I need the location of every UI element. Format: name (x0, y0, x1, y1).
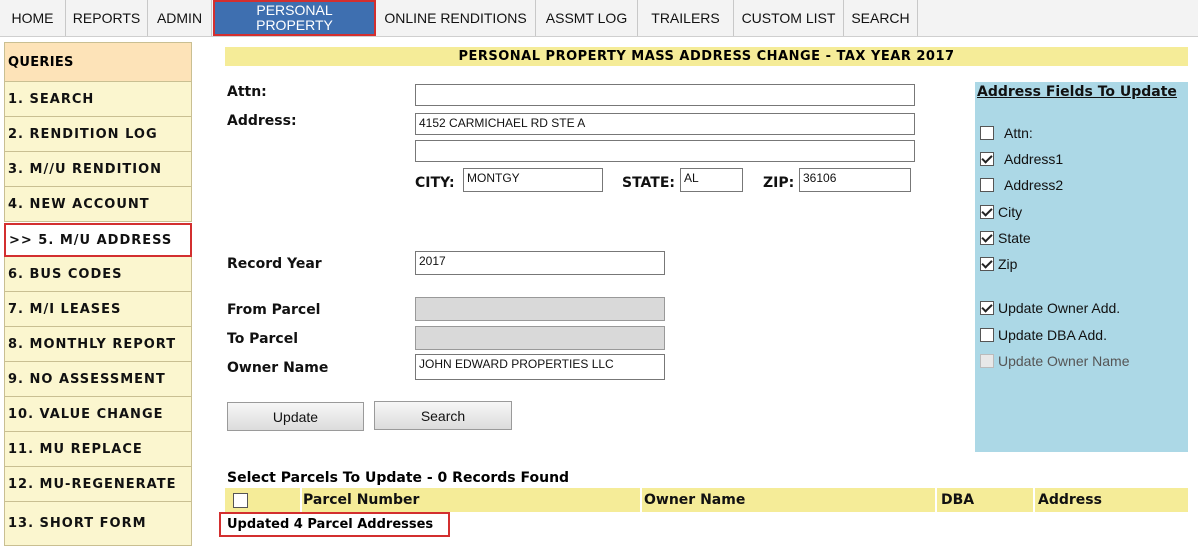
sidebar-item-bus-codes[interactable]: 6. BUS CODES (4, 257, 192, 292)
option-update-dba-add-checkbox[interactable] (980, 328, 994, 342)
option-update-owner-name-checkbox (980, 354, 994, 368)
option-update-owner-add-checkbox[interactable] (980, 301, 994, 315)
field-attn-checkbox[interactable] (980, 126, 994, 140)
sidebar-item-value-change[interactable]: 10. VALUE CHANGE (4, 397, 192, 432)
records-heading: Select Parcels To Update - 0 Records Fou… (227, 470, 570, 486)
update-button[interactable]: Update (227, 402, 364, 431)
to-parcel-input[interactable] (415, 326, 665, 350)
owner-name-label: Owner Name (227, 360, 329, 376)
field-address1-label: Address1 (1004, 151, 1064, 167)
record-year-label: Record Year (227, 256, 322, 272)
field-state-checkbox[interactable] (980, 231, 994, 245)
tab-home[interactable]: HOME (0, 0, 66, 36)
sidebar-item-mu-regenerate[interactable]: 12. MU-REGENERATE (4, 467, 192, 502)
attn-label: Attn: (227, 84, 267, 100)
tab-personal-property[interactable]: PERSONAL PROPERTY (213, 0, 376, 36)
sidebar-item-search[interactable]: 1. SEARCH (4, 82, 192, 117)
header-divider (640, 488, 642, 512)
field-zip-row[interactable]: Zip (980, 254, 1017, 274)
state-input[interactable]: AL (680, 168, 743, 192)
option-update-dba-add-label: Update DBA Add. (998, 327, 1107, 343)
sidebar-item-mu-address[interactable]: >> 5. M/U ADDRESS (4, 223, 192, 257)
field-city-checkbox[interactable] (980, 205, 994, 219)
sidebar-item-monthly-report[interactable]: 8. MONTHLY REPORT (4, 327, 192, 362)
tab-admin[interactable]: ADMIN (148, 0, 212, 36)
select-all-checkbox[interactable] (233, 493, 248, 508)
zip-input[interactable]: 36106 (799, 168, 911, 192)
field-city-row[interactable]: City (980, 202, 1022, 222)
sidebar-item-new-account[interactable]: 4. NEW ACCOUNT (4, 187, 192, 222)
column-address: Address (1038, 492, 1102, 508)
address2-input[interactable] (415, 140, 915, 162)
option-update-dba-add-row[interactable]: Update DBA Add. (980, 325, 1107, 345)
field-address2-row[interactable]: Address2 (980, 175, 1063, 195)
field-zip-checkbox[interactable] (980, 257, 994, 271)
address-fields-title: Address Fields To Update (977, 84, 1177, 100)
field-address2-checkbox[interactable] (980, 178, 994, 192)
record-year-input[interactable]: 2017 (415, 251, 665, 275)
option-update-owner-add-row[interactable]: Update Owner Add. (980, 298, 1120, 318)
sidebar-item-short-form[interactable]: 13. SHORT FORM (4, 502, 192, 546)
sidebar-item-mu-rendition[interactable]: 3. M//U RENDITION (4, 152, 192, 187)
results-table-header: Parcel Number Owner Name DBA Address (225, 488, 1188, 512)
tab-trailers[interactable]: TRAILERS (638, 0, 734, 36)
search-button[interactable]: Search (374, 401, 512, 430)
header-divider (1033, 488, 1035, 512)
field-address2-label: Address2 (1004, 177, 1064, 193)
field-state-row[interactable]: State (980, 228, 1031, 248)
sidebar-item-mi-leases[interactable]: 7. M/I LEASES (4, 292, 192, 327)
field-city-label: City (998, 204, 1023, 220)
field-state-label: State (998, 230, 1031, 246)
header-divider (935, 488, 937, 512)
sidebar-item-no-assessment[interactable]: 9. NO ASSESSMENT (4, 362, 192, 397)
field-address1-row[interactable]: Address1 (980, 149, 1063, 169)
field-attn-label: Attn: (1004, 125, 1033, 141)
option-update-owner-name-row: Update Owner Name (980, 351, 1130, 371)
state-label: STATE: (622, 175, 676, 191)
address-fields-panel: Address Fields To Update Attn: Address1 … (975, 82, 1188, 452)
tab-search[interactable]: SEARCH (844, 0, 918, 36)
sidebar-header: QUERIES (4, 42, 192, 82)
city-label: CITY: (415, 175, 455, 191)
attn-input[interactable] (415, 84, 915, 106)
field-address1-checkbox[interactable] (980, 152, 994, 166)
sidebar-item-mu-replace[interactable]: 11. MU REPLACE (4, 432, 192, 467)
to-parcel-label: To Parcel (227, 331, 299, 347)
zip-label: ZIP: (763, 175, 795, 191)
field-zip-label: Zip (998, 256, 1018, 272)
sidebar-item-rendition-log[interactable]: 2. RENDITION LOG (4, 117, 192, 152)
status-message: Updated 4 Parcel Addresses (219, 512, 450, 537)
tab-custom-list[interactable]: CUSTOM LIST (734, 0, 844, 36)
address-label: Address: (227, 113, 297, 129)
field-attn-row[interactable]: Attn: (980, 123, 1033, 143)
tab-assmt-log[interactable]: ASSMT LOG (536, 0, 638, 36)
city-input[interactable]: MONTGY (463, 168, 603, 192)
owner-name-input[interactable]: JOHN EDWARD PROPERTIES LLC (415, 354, 665, 380)
option-update-owner-name-label: Update Owner Name (998, 353, 1130, 369)
tab-reports[interactable]: REPORTS (66, 0, 148, 36)
tab-personal-property-label: PERSONAL PROPERTY (256, 2, 333, 33)
from-parcel-input[interactable] (415, 297, 665, 321)
tab-online-renditions[interactable]: ONLINE RENDITIONS (376, 0, 536, 36)
column-parcel-number: Parcel Number (303, 492, 420, 508)
from-parcel-label: From Parcel (227, 302, 321, 318)
column-owner-name: Owner Name (644, 492, 746, 508)
column-dba: DBA (941, 492, 975, 508)
option-update-owner-add-label: Update Owner Add. (998, 300, 1121, 316)
page-title: PERSONAL PROPERTY MASS ADDRESS CHANGE - … (225, 47, 1188, 66)
top-nav: HOME REPORTS ADMIN PERSONAL PROPERTY ONL… (0, 0, 1198, 37)
address1-input[interactable]: 4152 CARMICHAEL RD STE A (415, 113, 915, 135)
header-divider (300, 488, 302, 512)
